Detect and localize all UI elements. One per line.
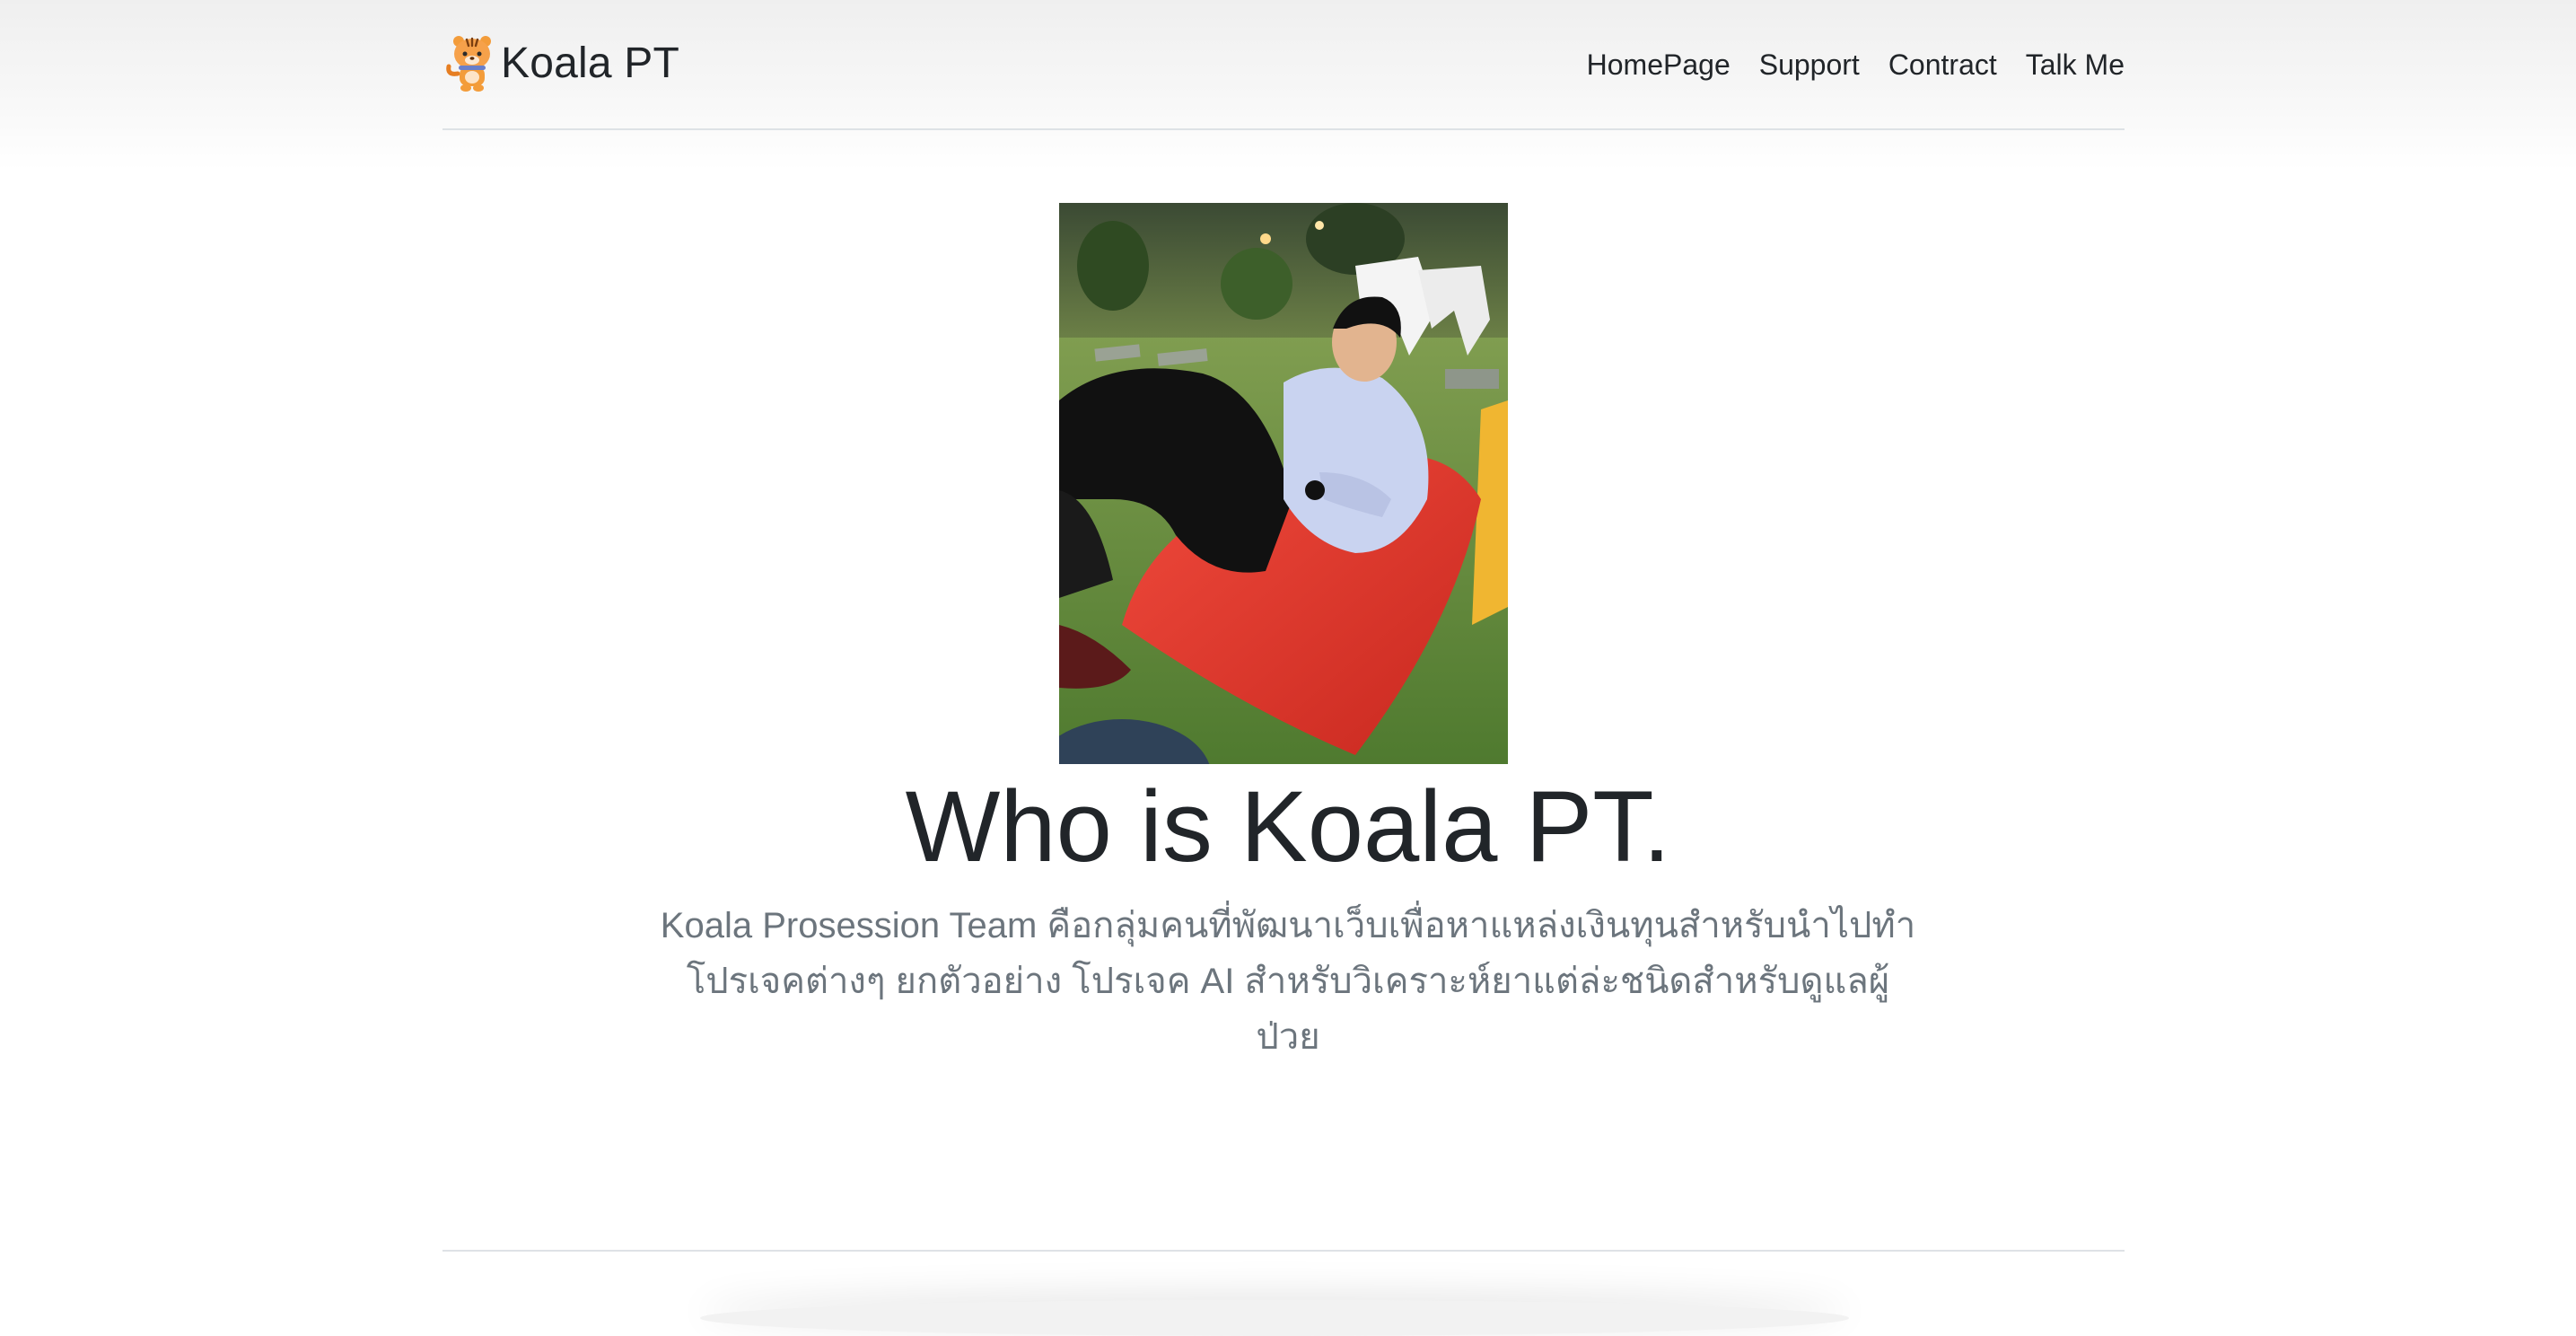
nav-talk-me[interactable]: Talk Me <box>2026 45 2125 84</box>
hero-description-line-1: Koala Prosession Team คือกลุ่มคนที่พัฒนา… <box>660 906 1916 945</box>
section-divider <box>442 1250 2125 1252</box>
profile-photo <box>1059 203 1508 764</box>
hero-description: Koala Prosession Team คือกลุ่มคนที่พัฒนา… <box>660 898 1916 1065</box>
nav-contract[interactable]: Contract <box>1888 45 1997 84</box>
brand-link[interactable]: Koala PT <box>445 34 679 93</box>
card-shadow <box>700 1300 1849 1336</box>
tiger-mascot-icon <box>446 36 491 92</box>
page-title: Who is Koala PT. <box>905 770 1671 883</box>
site-header: Koala PT HomePage Support Contract Talk … <box>442 0 2125 130</box>
brand-name: Koala PT <box>501 40 680 87</box>
nav-support[interactable]: Support <box>1759 45 1860 84</box>
hero-description-line-2: โปรเจคต่างๆ ยกตัวอย่าง โปรเจค AI สำหรับว… <box>686 962 1890 1057</box>
nav-homepage[interactable]: HomePage <box>1587 45 1730 84</box>
main-nav: HomePage Support Contract Talk Me <box>1558 45 2125 84</box>
